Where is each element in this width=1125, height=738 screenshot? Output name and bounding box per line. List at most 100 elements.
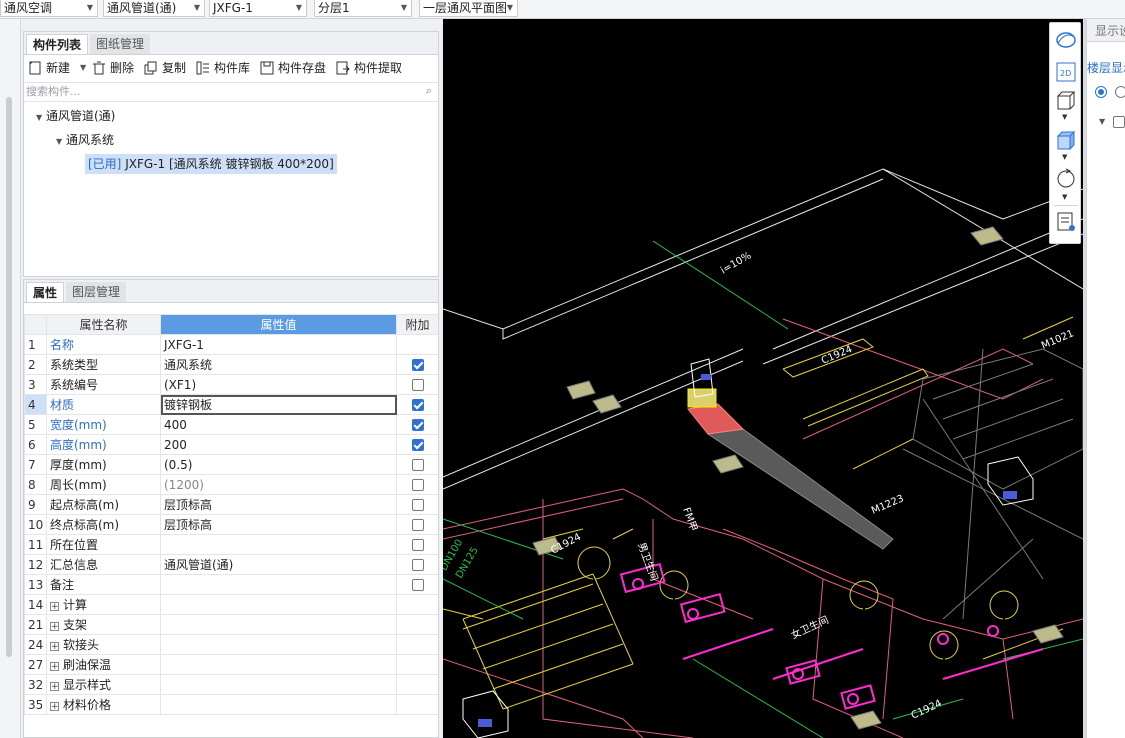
- extra-checkbox[interactable]: [411, 378, 424, 391]
- property-value[interactable]: 400: [160, 414, 397, 435]
- property-group-name[interactable]: + 计算: [46, 594, 161, 615]
- property-value[interactable]: 层顶标高: [160, 494, 397, 515]
- property-row[interactable]: 12 汇总信息 通风管道(通): [24, 554, 438, 575]
- property-row[interactable]: 6 高度(mm) 200: [24, 434, 438, 455]
- tree-node-ventilation-system[interactable]: ▼ 通风系统: [56, 130, 114, 150]
- search-icon[interactable]: ⌕: [426, 84, 432, 98]
- view-3d-wire-button[interactable]: [1054, 89, 1078, 111]
- property-row[interactable]: 32 + 显示样式: [24, 674, 438, 695]
- extra-checkbox[interactable]: [411, 458, 424, 471]
- new-button[interactable]: 新建 ▼: [28, 58, 88, 78]
- property-value[interactable]: (0.5): [160, 454, 397, 475]
- property-row[interactable]: 11 所在位置: [24, 534, 438, 555]
- orbit-view-button[interactable]: [1054, 29, 1078, 51]
- component-type-select[interactable]: 通风管道(通) ▼: [103, 0, 205, 17]
- property-value[interactable]: [160, 574, 397, 595]
- chevron-down-icon[interactable]: ▼: [1062, 153, 1067, 161]
- cad-viewport[interactable]: C1924 M1223 M1021 i=10% C1924 FM甲 男卫生间 女…: [443, 19, 1083, 738]
- expand-plus-icon[interactable]: +: [50, 642, 59, 652]
- extra-checkbox[interactable]: [411, 478, 424, 491]
- property-row[interactable]: 7 厚度(mm) (0.5): [24, 454, 438, 475]
- extra-checkbox[interactable]: [411, 398, 424, 411]
- extra-checkbox[interactable]: [411, 578, 424, 591]
- extra-checkbox[interactable]: [411, 438, 424, 451]
- extra-checkbox[interactable]: [411, 358, 424, 371]
- component-search-input[interactable]: [24, 83, 408, 99]
- chevron-down-icon[interactable]: ▼: [1062, 193, 1067, 201]
- expand-triangle-icon[interactable]: ▼: [56, 132, 66, 152]
- copy-button[interactable]: 复制: [144, 58, 190, 78]
- property-value[interactable]: [160, 614, 397, 635]
- tab-properties[interactable]: 属性: [26, 282, 65, 302]
- extra-checkbox[interactable]: [411, 418, 424, 431]
- property-value[interactable]: 通风管道(通): [160, 554, 397, 575]
- property-row[interactable]: 10 终点标高(m) 层顶标高: [24, 514, 438, 535]
- property-value[interactable]: [160, 594, 397, 615]
- extra-checkbox[interactable]: [411, 538, 424, 551]
- expand-plus-icon[interactable]: +: [50, 702, 59, 712]
- display-settings-button[interactable]: [1054, 211, 1078, 233]
- tab-layer-management[interactable]: 图层管理: [66, 282, 127, 302]
- expand-plus-icon[interactable]: +: [50, 682, 59, 692]
- extra-checkbox[interactable]: [411, 498, 424, 511]
- extra-checkbox[interactable]: [411, 518, 424, 531]
- property-row[interactable]: 21 + 支架: [24, 614, 438, 635]
- property-row[interactable]: 1 名称 JXFG-1: [24, 334, 438, 355]
- property-row[interactable]: 24 + 软接头: [24, 634, 438, 655]
- property-row[interactable]: 4 材质 镀锌钢板: [24, 394, 438, 415]
- property-row[interactable]: 35 + 材料价格: [24, 694, 438, 715]
- display-settings-tab[interactable]: 显示设: [1095, 22, 1125, 39]
- property-value[interactable]: (1200): [160, 474, 397, 495]
- view-3d-solid-button[interactable]: [1054, 129, 1078, 151]
- property-group-name[interactable]: + 显示样式: [46, 674, 161, 695]
- left-strip-scrollbar[interactable]: [6, 97, 12, 657]
- property-value[interactable]: [160, 674, 397, 695]
- layer-select[interactable]: 分层1 ▼: [314, 0, 412, 17]
- expand-plus-icon[interactable]: +: [50, 622, 59, 632]
- discipline-select[interactable]: 通风空调 ▼: [0, 0, 98, 17]
- property-row[interactable]: 8 周长(mm) (1200): [24, 474, 438, 495]
- property-row[interactable]: 5 宽度(mm) 400: [24, 414, 438, 435]
- property-value[interactable]: [160, 654, 397, 675]
- expand-triangle-icon[interactable]: ▼: [36, 108, 46, 128]
- component-extract-button[interactable]: 构件提取: [336, 58, 412, 78]
- extra-checkbox[interactable]: [411, 558, 424, 571]
- tree-node-jxfg-1[interactable]: [已用] JXFG-1 [通风系统 镀锌钢板 400*200]: [85, 154, 337, 174]
- property-value[interactable]: [160, 694, 397, 715]
- expand-triangle-icon[interactable]: ▼: [1099, 117, 1105, 126]
- property-row[interactable]: 9 起点标高(m) 层顶标高: [24, 494, 438, 515]
- property-row[interactable]: 2 系统类型 通风系统: [24, 354, 438, 375]
- component-select[interactable]: JXFG-1 ▼: [209, 0, 307, 17]
- property-group-name[interactable]: + 刷油保温: [46, 654, 161, 675]
- property-value[interactable]: 层顶标高: [160, 514, 397, 535]
- property-value[interactable]: JXFG-1: [160, 334, 397, 355]
- view-2d-button[interactable]: 2D: [1054, 61, 1078, 83]
- expand-plus-icon[interactable]: +: [50, 602, 59, 612]
- property-row[interactable]: 3 系统编号 (XF1): [24, 374, 438, 395]
- drawing-select[interactable]: 一层通风平面图 ▼: [419, 0, 518, 17]
- property-value[interactable]: (XF1): [160, 374, 397, 395]
- property-value[interactable]: [160, 634, 397, 655]
- property-value[interactable]: 通风系统: [160, 354, 397, 375]
- radio-all-floors[interactable]: [1115, 86, 1125, 98]
- rotate-view-button[interactable]: [1054, 167, 1078, 189]
- tab-component-list[interactable]: 构件列表: [26, 34, 89, 54]
- property-row[interactable]: 13 备注: [24, 574, 438, 595]
- property-row[interactable]: 27 + 刷油保温: [24, 654, 438, 675]
- property-value[interactable]: [160, 534, 397, 555]
- component-save-button[interactable]: 构件存盘: [260, 58, 332, 78]
- property-group-name[interactable]: + 材料价格: [46, 694, 161, 715]
- component-library-button[interactable]: 构件库: [196, 58, 256, 78]
- property-group-name[interactable]: + 支架: [46, 614, 161, 635]
- chevron-down-icon[interactable]: ▼: [1062, 113, 1067, 121]
- tree-node-duct[interactable]: ▼ 通风管道(通): [36, 106, 115, 126]
- property-group-name[interactable]: + 软接头: [46, 634, 161, 655]
- property-value[interactable]: 200: [160, 434, 397, 455]
- delete-button[interactable]: 删除: [92, 58, 138, 78]
- tab-drawing-management[interactable]: 图纸管理: [90, 34, 151, 54]
- property-value[interactable]: 镀锌钢板: [160, 394, 397, 415]
- property-row[interactable]: 14 + 计算: [24, 594, 438, 615]
- radio-current-floor[interactable]: [1095, 86, 1107, 98]
- layer-checkbox[interactable]: [1113, 116, 1125, 128]
- expand-plus-icon[interactable]: +: [50, 662, 59, 672]
